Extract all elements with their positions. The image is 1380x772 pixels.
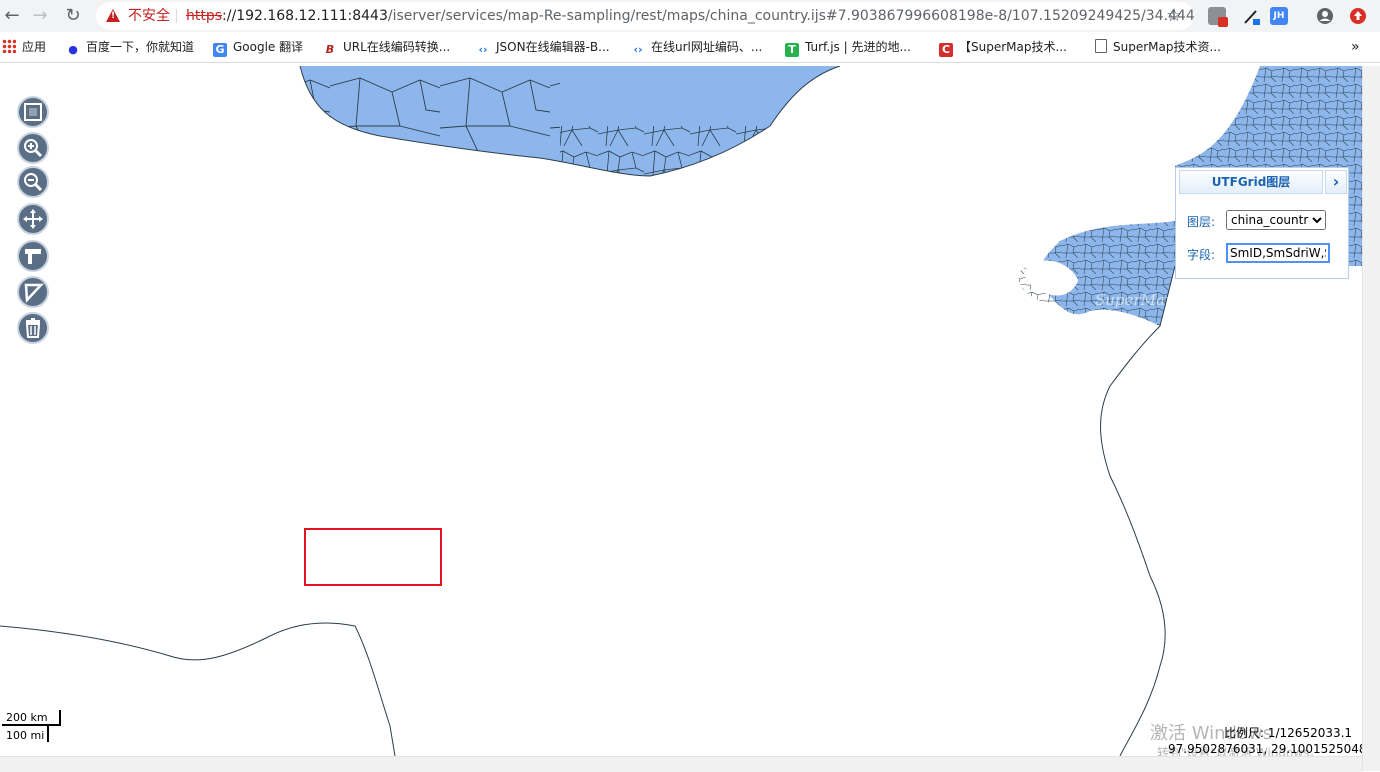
turf-t-icon: T <box>785 43 799 57</box>
extension-puzzle-icon[interactable] <box>1208 7 1228 27</box>
zoom-in-button[interactable] <box>17 132 49 164</box>
bookmark-apps[interactable]: 应用 <box>2 32 46 62</box>
layer-label: 图层: <box>1187 215 1216 229</box>
back-icon[interactable]: ← <box>0 4 24 28</box>
bookmark-star-icon[interactable]: ☆ <box>1166 4 1182 28</box>
forward-icon[interactable]: → <box>28 4 52 28</box>
zoom-out-icon <box>24 173 43 192</box>
code-brackets-icon: ‹› <box>633 43 643 56</box>
panel-collapse-button[interactable]: › <box>1325 170 1347 194</box>
bookmark-url-encoder[interactable]: ‹› 在线url网址编码、... <box>631 32 762 62</box>
google-translate-icon: G <box>213 43 227 57</box>
scale-bar-mi: 100 mi <box>6 729 45 742</box>
c-logo-icon: C <box>939 43 953 57</box>
bookmark-google-translate[interactable]: G Google 翻译 <box>213 32 303 62</box>
b-logo-icon: B <box>325 43 335 56</box>
clear-button[interactable] <box>17 312 49 344</box>
field-input[interactable] <box>1226 243 1330 263</box>
map-viewport[interactable]: SuperMap SuperMap <box>0 66 1362 756</box>
url-text[interactable]: https://192.168.12.111:8443/iserver/serv… <box>186 2 1194 30</box>
zoom-in-icon <box>24 139 43 158</box>
highlight-box <box>304 528 442 586</box>
measure-distance-button[interactable] <box>17 240 49 272</box>
tile-watermark: SuperMap <box>1095 291 1175 309</box>
panel-title: UTFGrid图层 <box>1179 170 1323 194</box>
reload-icon[interactable]: ↻ <box>61 4 85 28</box>
layer-select[interactable]: china_countr <box>1226 210 1326 230</box>
browser-toolbar: ← → ↻ ! 不安全 https://192.168.12.111:8443/… <box>0 0 1380 32</box>
trash-icon <box>25 318 41 338</box>
address-bar[interactable]: ! 不安全 https://192.168.12.111:8443/iserve… <box>96 2 1194 30</box>
update-icon[interactable] <box>1349 7 1367 25</box>
scale-readout: 比例尺: 1/12652033.1 <box>1224 726 1353 740</box>
bookmark-json-editor[interactable]: ‹› JSON在线编辑器-B... <box>476 32 609 62</box>
bookmark-baidu[interactable]: ● 百度一下，你就知道 <box>66 32 194 62</box>
bookmark-turfjs[interactable]: T Turf.js | 先进的地... <box>785 32 911 62</box>
eyedropper-icon[interactable] <box>1242 7 1260 25</box>
bookmark-supermap-docs[interactable]: SuperMap技术资... <box>1095 32 1221 62</box>
jh-extension-icon[interactable]: JH <box>1270 7 1288 25</box>
field-label: 字段: <box>1187 248 1216 262</box>
page-icon <box>1095 39 1107 53</box>
measure-area-button[interactable] <box>17 276 49 308</box>
mouse-coordinates: 97.9502876031, 29.1001525048 <box>1168 742 1367 756</box>
zoom-to-full-extent-button[interactable] <box>17 96 49 128</box>
line-measure-icon <box>25 249 41 264</box>
horizontal-scrollbar[interactable] <box>0 756 1362 772</box>
pan-button[interactable] <box>17 203 49 235</box>
pan-arrows-icon <box>23 209 43 229</box>
full-extent-icon <box>24 103 42 121</box>
profile-avatar-icon[interactable] <box>1316 7 1334 25</box>
code-brackets-icon: ‹› <box>478 43 488 56</box>
utfgrid-layer-panel: UTFGrid图层 › 图层: china_countr 字段: <box>1175 167 1349 279</box>
not-secure-label[interactable]: 不安全 <box>128 2 170 30</box>
area-measure-icon <box>24 283 44 303</box>
bookmarks-overflow-button[interactable]: » <box>1351 32 1360 62</box>
bookmark-url-encode[interactable]: B URL在线编码转换... <box>323 32 450 62</box>
scale-bar-km-line <box>2 724 60 726</box>
apps-grid-icon <box>2 39 16 53</box>
bookmark-supermap-tech[interactable]: C 【SuperMap技术... <box>939 32 1067 62</box>
scale-bar-km: 200 km <box>6 711 48 724</box>
china-county-map[interactable] <box>0 66 1362 756</box>
baidu-paw-icon: ● <box>68 43 78 56</box>
vertical-scrollbar[interactable] <box>1362 66 1380 771</box>
chevron-right-icon: › <box>1332 172 1340 191</box>
bookmarks-bar: 应用 ● 百度一下，你就知道 G Google 翻译 B URL在线编码转换... ‹… <box>0 32 1380 63</box>
zoom-out-button[interactable] <box>17 166 49 198</box>
